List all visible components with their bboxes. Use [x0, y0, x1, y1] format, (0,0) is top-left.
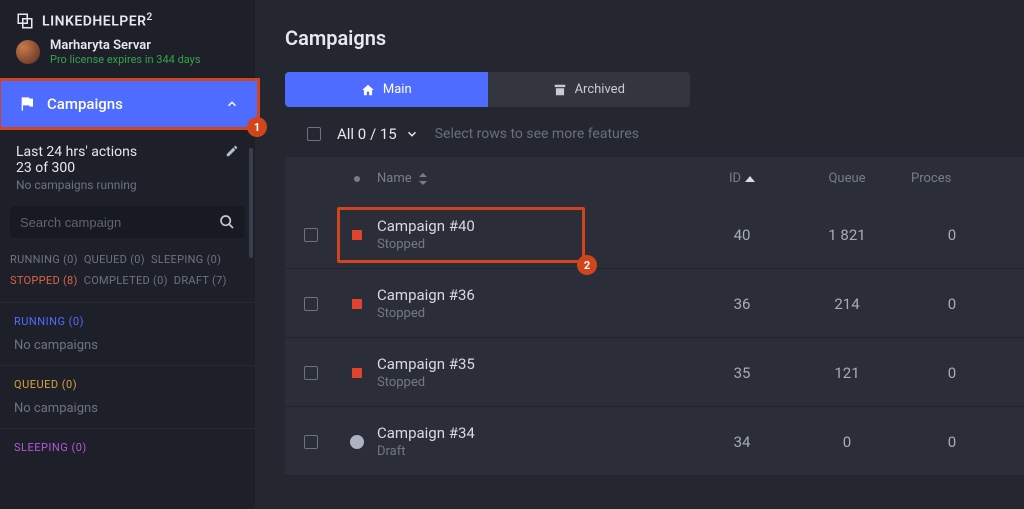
campaign-processed: 0	[907, 364, 997, 382]
user-name: Marharyta Servar	[50, 38, 201, 53]
queued-empty: No campaigns	[14, 401, 241, 416]
campaign-queue: 121	[787, 364, 907, 382]
flag-icon	[19, 96, 35, 112]
campaign-queue: 1 821	[787, 226, 907, 244]
filter-sleeping[interactable]: SLEEPING (0)	[151, 253, 221, 266]
table-row[interactable]: Campaign #34 Draft 34 0 0	[285, 407, 1024, 476]
filter-running[interactable]: RUNNING (0)	[10, 253, 78, 266]
selector-row: All 0 / 15 Select rows to see more featu…	[285, 125, 1024, 157]
filter-draft[interactable]: DRAFT (7)	[174, 274, 227, 287]
chevron-up-icon	[225, 97, 239, 111]
campaign-status: Stopped	[377, 375, 697, 390]
campaign-queue: 214	[787, 295, 907, 313]
campaign-id: 36	[697, 295, 787, 313]
select-all-label[interactable]: All 0 / 15	[337, 125, 419, 143]
campaign-name: Campaign #35	[377, 355, 697, 373]
queue-header[interactable]: Queue	[787, 171, 907, 186]
main-content: Campaigns Main Archived All 0 / 15 Selec…	[255, 0, 1024, 509]
stats-block: Last 24 hrs' actions 23 of 300 No campai…	[0, 130, 255, 198]
select-all-checkbox[interactable]	[307, 127, 321, 141]
stats-note: No campaigns running	[16, 178, 239, 192]
campaign-status: Stopped	[377, 237, 697, 252]
filter-completed[interactable]: COMPLETED (0)	[84, 274, 168, 287]
campaign-id: 35	[697, 364, 787, 382]
sleeping-label: SLEEPING (0)	[14, 441, 241, 454]
campaign-status: Stopped	[377, 306, 697, 321]
table-row[interactable]: Campaign #40 Stopped 40 1 821 0 2	[285, 200, 1024, 269]
status-header[interactable]	[337, 175, 377, 183]
campaign-status: Draft	[377, 444, 697, 459]
annotation-badge-2: 2	[577, 255, 597, 275]
selector-hint: Select rows to see more features	[435, 126, 639, 142]
table-row[interactable]: Campaign #35 Stopped 35 121 0	[285, 338, 1024, 407]
campaign-processed: 0	[907, 226, 997, 244]
side-section-sleeping[interactable]: SLEEPING (0)	[0, 428, 255, 466]
search-input[interactable]	[20, 215, 219, 230]
home-icon	[361, 83, 375, 97]
name-header[interactable]: Name	[377, 171, 697, 186]
row-checkbox[interactable]	[304, 366, 318, 380]
row-checkbox[interactable]	[304, 297, 318, 311]
chevron-down-icon	[405, 127, 419, 141]
campaign-name: Campaign #40	[377, 217, 697, 235]
brand: LINKEDHELPER2	[0, 0, 255, 38]
tab-archived-label: Archived	[575, 82, 625, 97]
campaign-processed: 0	[907, 433, 997, 451]
stats-counts: 23 of 300	[16, 160, 239, 176]
sidebar-item-campaigns[interactable]: Campaigns 1	[0, 78, 260, 130]
page-title: Campaigns	[285, 26, 1024, 50]
sort-icon	[418, 173, 428, 185]
campaign-id: 34	[697, 433, 787, 451]
row-checkbox[interactable]	[304, 228, 318, 242]
archive-icon	[553, 83, 567, 97]
campaign-name: Campaign #34	[377, 424, 697, 442]
queued-label: QUEUED (0)	[14, 378, 241, 391]
tab-main-label: Main	[383, 82, 412, 97]
filter-queued[interactable]: QUEUED (0)	[84, 253, 145, 266]
tab-archived[interactable]: Archived	[488, 72, 691, 107]
user-row[interactable]: Marharyta Servar Pro license expires in …	[0, 38, 255, 74]
running-empty: No campaigns	[14, 338, 241, 353]
campaign-processed: 0	[907, 295, 997, 313]
tab-main[interactable]: Main	[285, 72, 488, 107]
id-header[interactable]: ID	[697, 171, 787, 186]
row-checkbox[interactable]	[304, 435, 318, 449]
campaigns-table: Name ID Queue Proces Campaign #40 Stoppe…	[285, 157, 1024, 476]
search-input-wrap[interactable]	[10, 206, 245, 238]
sidebar-scrollbar[interactable]	[249, 148, 253, 258]
table-header: Name ID Queue Proces	[285, 157, 1024, 200]
stats-title: Last 24 hrs' actions	[16, 144, 239, 160]
campaign-name: Campaign #36	[377, 286, 697, 304]
license-text: Pro license expires in 344 days	[50, 53, 201, 66]
table-row[interactable]: Campaign #36 Stopped 36 214 0	[285, 269, 1024, 338]
campaign-queue: 0	[787, 433, 907, 451]
status-indicator	[352, 368, 362, 378]
filter-stopped[interactable]: STOPPED (8)	[10, 274, 78, 287]
avatar	[16, 40, 40, 64]
running-label: RUNNING (0)	[14, 315, 241, 328]
status-indicator	[352, 299, 362, 309]
brand-icon	[16, 12, 34, 30]
brand-name: LINKEDHELPER2	[42, 12, 153, 30]
processed-header[interactable]: Proces	[907, 171, 997, 186]
side-section-queued[interactable]: QUEUED (0) No campaigns	[0, 365, 255, 428]
edit-icon[interactable]	[225, 144, 239, 158]
filter-tags: RUNNING (0) QUEUED (0) SLEEPING (0) STOP…	[0, 246, 255, 302]
sort-asc-icon	[745, 176, 755, 182]
draft-icon	[350, 435, 364, 449]
tabs: Main Archived	[285, 72, 690, 107]
status-indicator	[352, 230, 362, 240]
campaign-id: 40	[697, 226, 787, 244]
side-section-running[interactable]: RUNNING (0) No campaigns	[0, 302, 255, 365]
search-icon[interactable]	[219, 214, 235, 230]
nav-label: Campaigns	[47, 95, 123, 113]
sidebar: LINKEDHELPER2 Marharyta Servar Pro licen…	[0, 0, 255, 509]
